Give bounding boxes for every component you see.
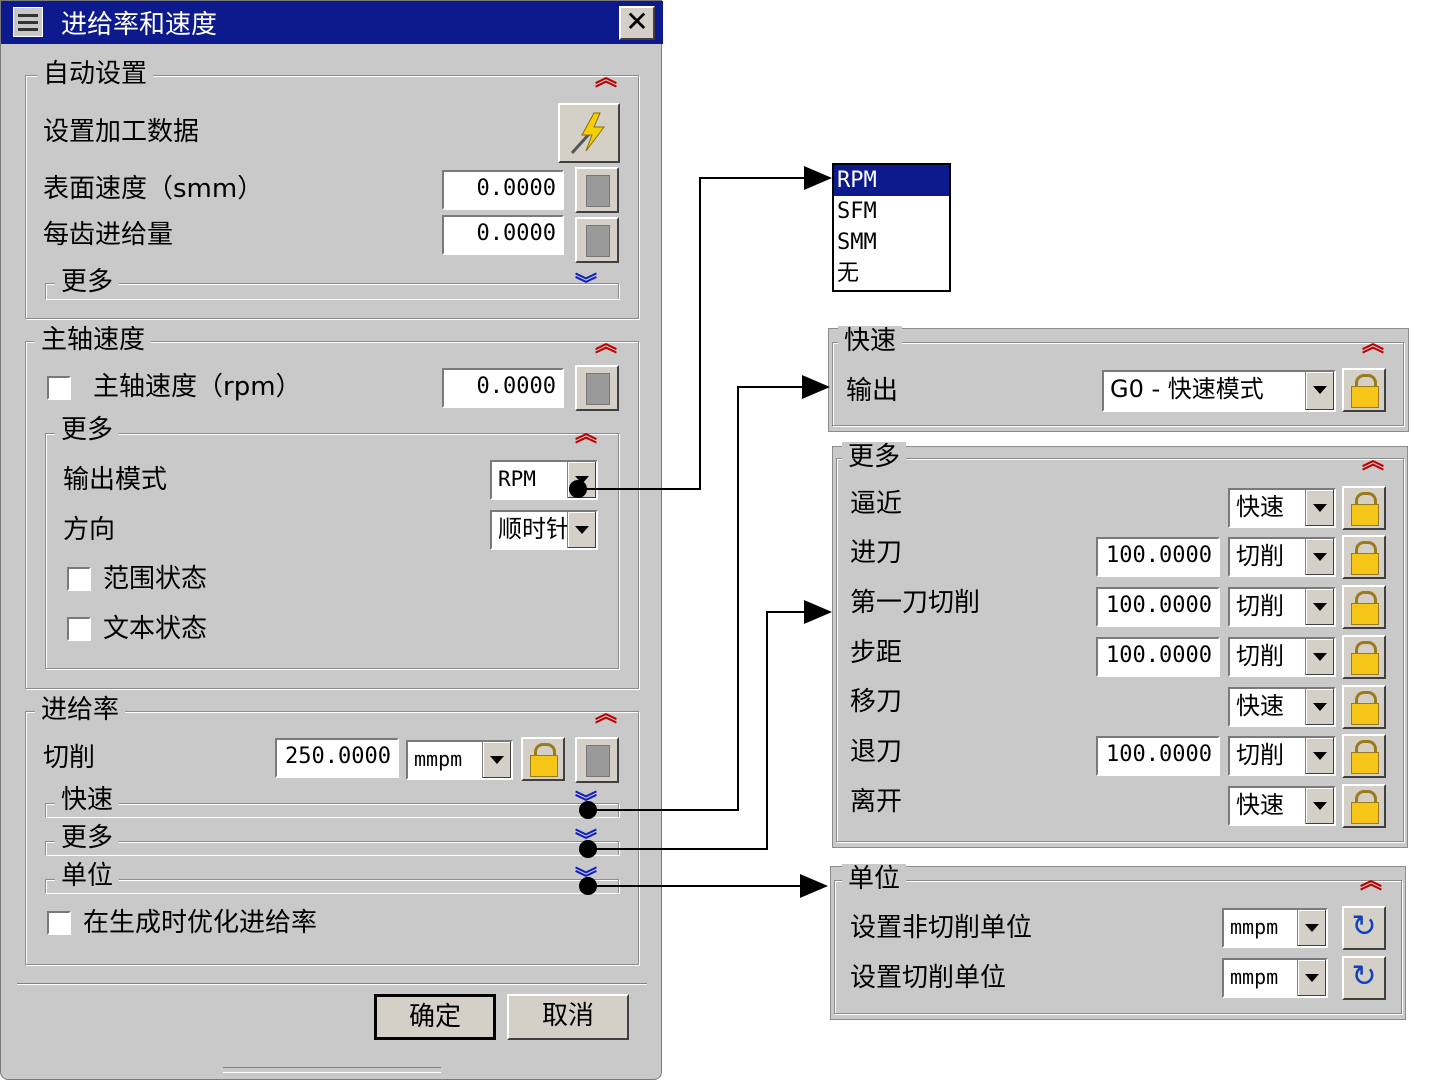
arrow-rapid xyxy=(579,375,830,819)
arrow-output-mode xyxy=(569,166,832,498)
arrow-units xyxy=(579,874,828,898)
callout-arrows xyxy=(569,166,832,898)
arrow-more xyxy=(579,600,832,858)
